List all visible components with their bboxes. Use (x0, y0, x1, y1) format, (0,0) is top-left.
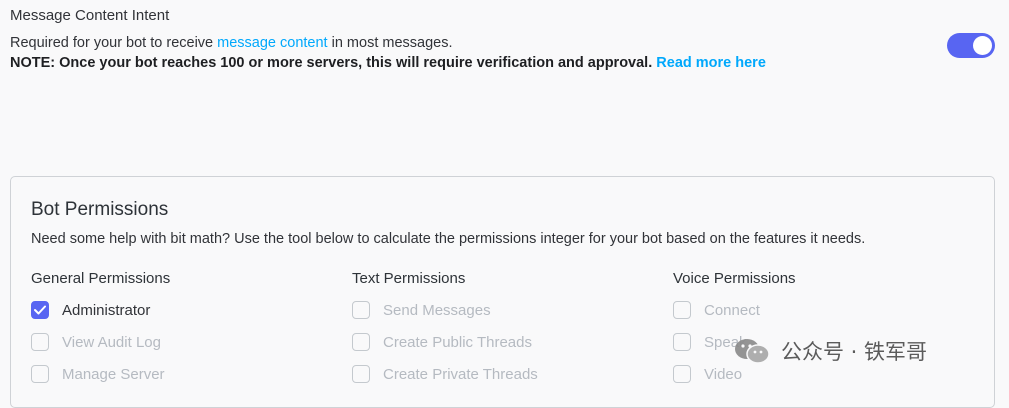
read-more-link[interactable]: Read more here (656, 55, 766, 71)
general-permissions-heading: General Permissions (31, 270, 171, 287)
toggle-knob (973, 36, 992, 55)
permission-label: View Audit Log (62, 333, 161, 351)
permission-create-public-threads[interactable]: Create Public Threads (352, 326, 652, 358)
checkbox-icon[interactable] (352, 301, 370, 319)
text-permissions-column: Text Permissions Send Messages Create Pu… (352, 270, 652, 390)
intent-desc-suffix: in most messages. (327, 35, 453, 51)
text-permissions-heading: Text Permissions (352, 270, 466, 287)
intent-title: Message Content Intent (10, 7, 170, 24)
message-content-intent-toggle[interactable] (947, 33, 995, 58)
permission-connect[interactable]: Connect (673, 294, 973, 326)
general-permissions-column: General Permissions Administrator View A… (31, 270, 331, 390)
permission-view-audit-log[interactable]: View Audit Log (31, 326, 331, 358)
permission-label: Manage Server (62, 365, 165, 383)
checkbox-icon[interactable] (352, 365, 370, 383)
watermark: 公众号 · 铁军哥 (733, 333, 927, 369)
checkbox-icon[interactable] (673, 333, 691, 351)
watermark-text: 公众号 · 铁军哥 (781, 340, 928, 364)
permission-label: Create Private Threads (383, 365, 538, 383)
voice-permissions-heading: Voice Permissions (673, 270, 796, 287)
permission-manage-server[interactable]: Manage Server (31, 358, 331, 390)
checkbox-icon[interactable] (31, 365, 49, 383)
bot-permissions-panel: Bot Permissions Need some help with bit … (10, 176, 995, 408)
permission-administrator[interactable]: Administrator (31, 294, 331, 326)
permission-label: Connect (704, 301, 760, 319)
voice-permissions-column: Voice Permissions Connect Speak Video (673, 270, 973, 390)
bot-permissions-description: Need some help with bit math? Use the to… (31, 231, 866, 247)
checkbox-icon[interactable] (673, 365, 691, 383)
intent-note-text: NOTE: Once your bot reaches 100 or more … (10, 55, 653, 71)
permission-label: Create Public Threads (383, 333, 532, 351)
permission-label: Administrator (62, 301, 151, 319)
checkbox-icon[interactable] (352, 333, 370, 351)
intent-desc-prefix: Required for your bot to receive (10, 35, 218, 51)
intent-note: NOTE: Once your bot reaches 100 or more … (10, 55, 766, 71)
permission-create-private-threads[interactable]: Create Private Threads (352, 358, 652, 390)
checkbox-icon[interactable] (673, 301, 691, 319)
message-content-link[interactable]: message content (217, 35, 327, 51)
intent-description: Required for your bot to receive message… (10, 35, 453, 51)
checkbox-icon[interactable] (31, 333, 49, 351)
permission-send-messages[interactable]: Send Messages (352, 294, 652, 326)
checkbox-checked-icon[interactable] (31, 301, 49, 319)
permission-label: Send Messages (383, 301, 491, 319)
bot-permissions-title: Bot Permissions (31, 199, 169, 220)
wechat-icon (735, 339, 770, 364)
